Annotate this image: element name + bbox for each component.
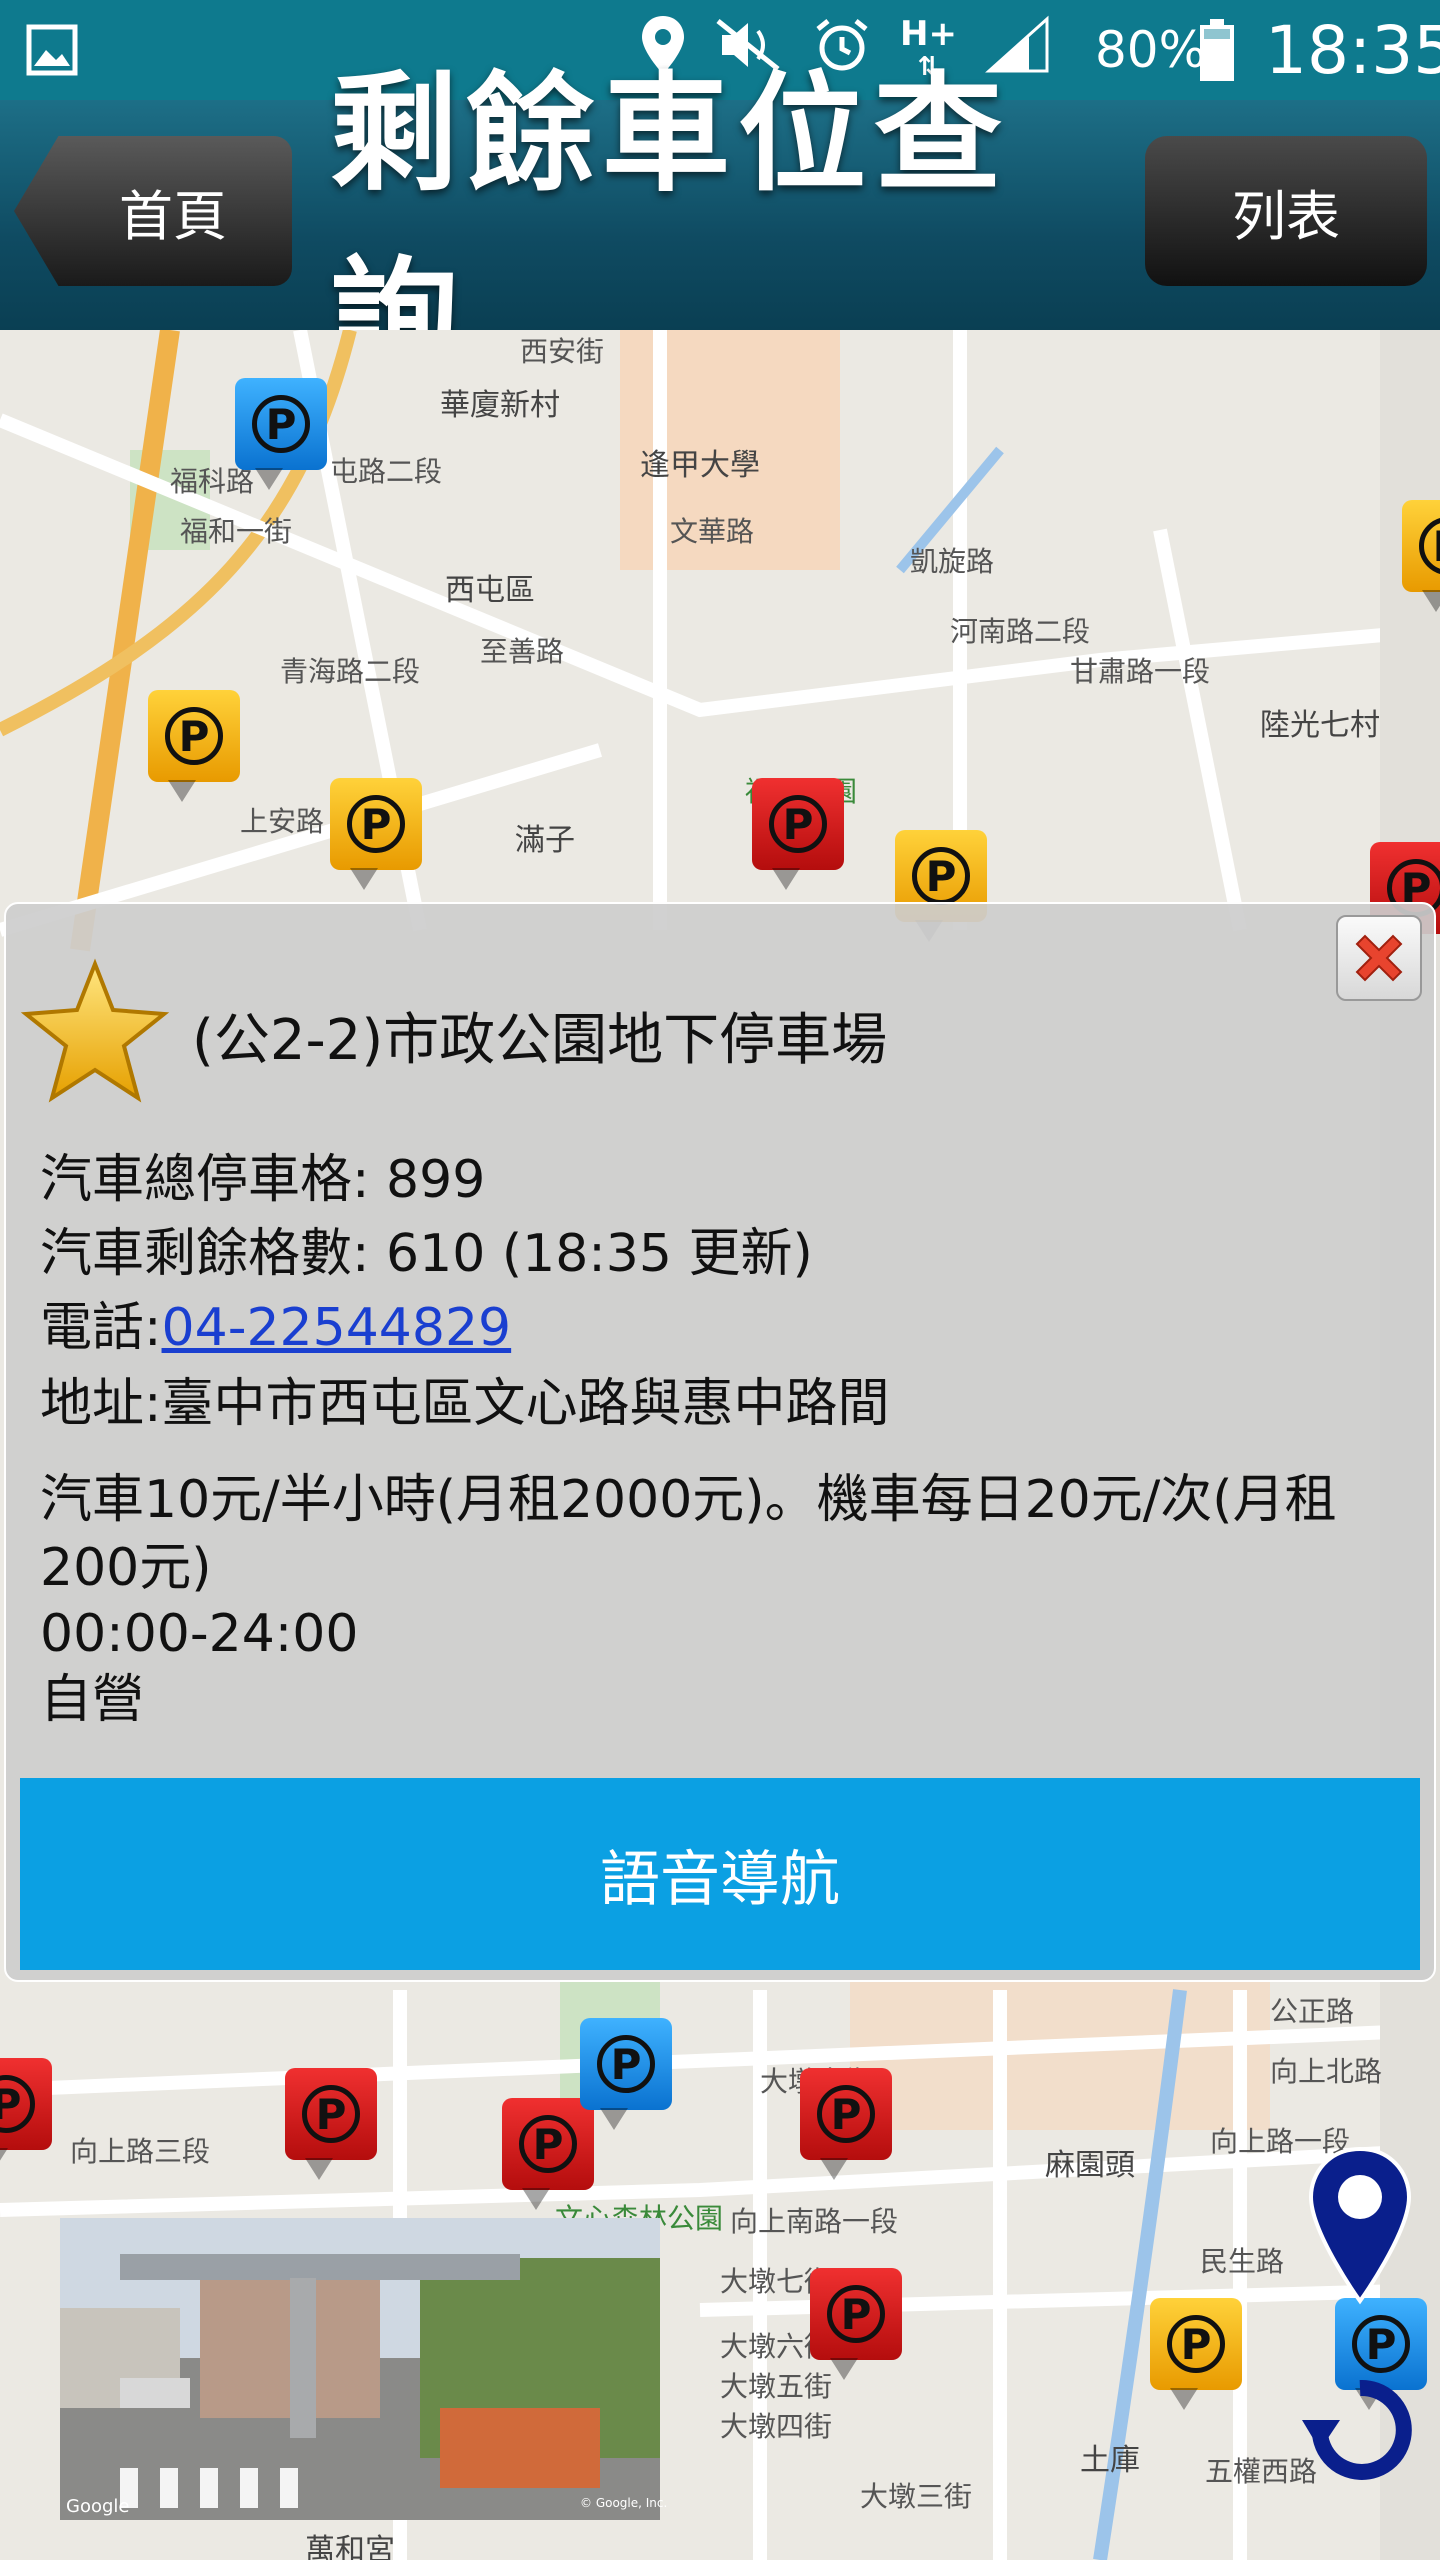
battery-icon	[1197, 0, 1237, 100]
opening-hours: 00:00-24:00	[40, 1604, 359, 1664]
parking-pin[interactable]: P	[800, 2068, 892, 2180]
parking-pin[interactable]: P	[1402, 500, 1440, 612]
favorite-star-icon[interactable]	[20, 958, 170, 1108]
page-title: 剩餘車位查詢	[330, 60, 1011, 394]
gallery-icon	[26, 0, 78, 100]
parking-pin[interactable]: P	[285, 2068, 377, 2180]
map-label: 青海路二段	[280, 655, 421, 688]
map-label: 民生路	[1200, 2245, 1285, 2278]
map-label: 土庫	[1080, 2443, 1140, 2478]
parking-pin[interactable]: P	[580, 2018, 672, 2130]
map-label: 萬和宮	[305, 2533, 395, 2560]
parking-pin[interactable]: P	[810, 2268, 902, 2380]
map-label: 河南路二段	[950, 615, 1091, 648]
street-view-thumbnail[interactable]	[60, 2218, 660, 2520]
map-label: 公正路	[1270, 1995, 1355, 2028]
parking-pin[interactable]: P	[235, 378, 327, 490]
close-icon	[1355, 934, 1403, 982]
total-spaces: 汽車總停車格: 899	[40, 1150, 486, 1210]
parking-lot-name: (公2-2)市政公園地下停車場	[192, 1008, 888, 1073]
parking-pin[interactable]: P	[502, 2098, 594, 2210]
parking-pin[interactable]: P	[1150, 2298, 1242, 2410]
my-location-pin-icon[interactable]	[1305, 2145, 1415, 2309]
phone-link[interactable]: 04-22544829	[162, 1298, 512, 1358]
map-label: 屯路二段	[330, 455, 443, 488]
list-button[interactable]: 列表	[1145, 136, 1427, 286]
map-label: 西安街	[520, 335, 605, 368]
fee-line-2: 200元)	[40, 1538, 212, 1598]
map-label: 上安路	[240, 805, 325, 838]
home-button[interactable]: 首頁	[14, 136, 292, 286]
refresh-icon[interactable]	[1300, 2370, 1420, 2494]
voice-navigation-button[interactable]: 語音導航	[20, 1778, 1420, 1970]
battery-percent: 80%	[1095, 21, 1207, 79]
parking-pin[interactable]: P	[148, 690, 240, 802]
map-label: 華廈新村	[440, 388, 560, 423]
google-watermark: Google	[66, 2496, 130, 2517]
parking-pin[interactable]: P	[330, 778, 422, 890]
map-label: 滿子	[515, 823, 575, 858]
map-label: 向上南路一段	[730, 2205, 899, 2238]
remaining-spaces: 汽車剩餘格數: 610 (18:35 更新)	[40, 1224, 813, 1284]
operator-type: 自營	[40, 1670, 145, 1730]
phone-row: 電話:04-22544829	[40, 1296, 511, 1360]
map-label: 向上路三段	[70, 2135, 211, 2168]
parking-pin[interactable]: P	[0, 2058, 52, 2170]
map-label: 逢甲大學	[640, 448, 760, 483]
map-label: 向上北路	[1270, 2055, 1383, 2088]
app-header: 首頁 剩餘車位查詢 列表	[0, 60, 1440, 394]
map-label: 甘肅路一段	[1070, 655, 1211, 688]
parking-pin[interactable]: P	[752, 778, 844, 890]
map-label: 至善路	[480, 635, 565, 668]
map-label: 大墩五街	[720, 2370, 833, 2403]
copyright-text: © Google, Inc.	[580, 2496, 668, 2510]
clock: 18:35	[1265, 11, 1440, 89]
map-label: 文華路	[670, 515, 755, 548]
map-label: 凱旋路	[910, 545, 995, 578]
fee-line-1: 汽車10元/半小時(月租2000元)。機車每日20元/次(月租	[40, 1470, 1337, 1530]
map-label: 大墩三街	[860, 2480, 973, 2513]
phone-label: 電話:	[40, 1298, 162, 1358]
map-label: 陸光七村	[1260, 708, 1380, 743]
map-label: 福和一街	[180, 515, 293, 548]
address: 地址:臺中市西屯區文心路與惠中路間	[40, 1374, 890, 1434]
map-label: 西屯區	[445, 573, 535, 608]
map-label: 大墩四街	[720, 2410, 833, 2443]
close-button[interactable]	[1336, 915, 1422, 1001]
map-label: 麻園頭	[1045, 2148, 1135, 2183]
